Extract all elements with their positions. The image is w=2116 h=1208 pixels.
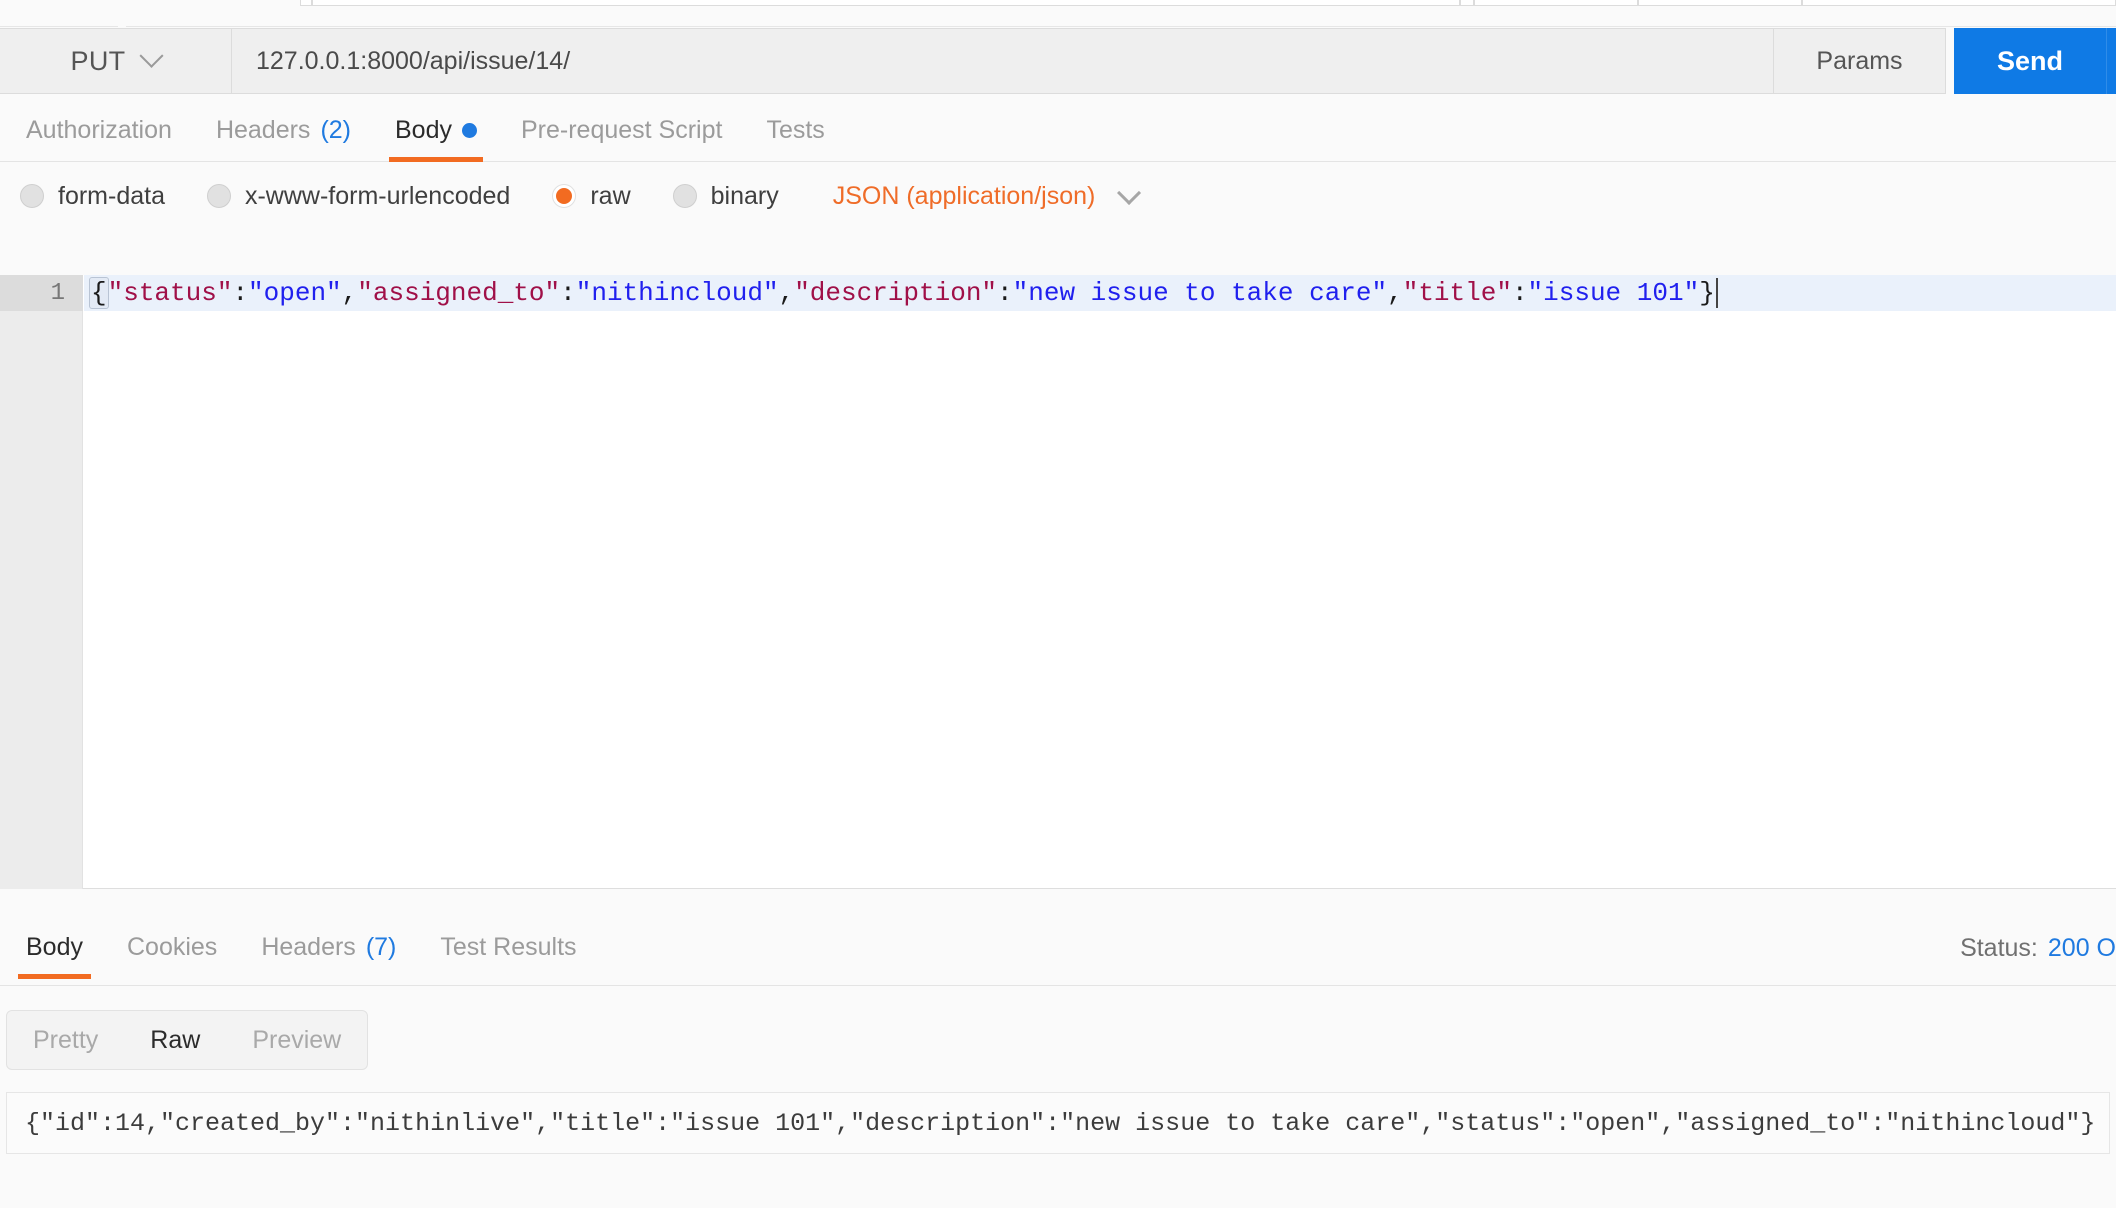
- cutoff-cell-c: [1460, 0, 1474, 6]
- view-mode-raw[interactable]: Raw: [124, 1011, 226, 1069]
- view-mode-preview[interactable]: Preview: [226, 1011, 367, 1069]
- http-method-label: PUT: [70, 45, 126, 76]
- response-tabs: Body Cookies Headers (7) Test Results Status…: [0, 910, 2116, 986]
- cutoff-divider-right: [126, 26, 2116, 27]
- unsaved-dot-icon: [461, 123, 477, 138]
- body-type-form-data[interactable]: form-data: [20, 182, 165, 211]
- json-token-punc: :: [1511, 278, 1528, 308]
- json-token-punc: :: [232, 278, 249, 308]
- response-tab-headers[interactable]: Headers (7): [239, 917, 418, 979]
- editor-active-line[interactable]: {"status": "open", "assigned_to": "nithincl…: [84, 275, 2116, 311]
- body-type-binary[interactable]: binary: [672, 181, 779, 211]
- cutoff-cell-e: [1638, 0, 1802, 6]
- tab-label: Body: [395, 116, 452, 144]
- tab-body[interactable]: Body: [373, 100, 499, 162]
- tab-label: Tests: [766, 116, 825, 144]
- response-status: Status: 200 O: [1960, 910, 2116, 986]
- content-type-dropdown[interactable]: JSON (application/json): [832, 180, 1142, 211]
- body-type-options: form-data x-www-form-urlencoded raw binary …: [0, 162, 2116, 230]
- cutoff-divider-left: [0, 26, 118, 27]
- json-token-key: "assigned_to": [357, 278, 561, 308]
- json-token-brace: {: [89, 277, 109, 309]
- radio-button-icon[interactable]: [552, 184, 577, 208]
- radio-button-icon[interactable]: [206, 184, 231, 208]
- json-token-str: "open": [248, 278, 342, 308]
- editor-gutter: 1: [0, 275, 83, 889]
- send-button[interactable]: Send: [1954, 28, 2106, 94]
- status-label: Status:: [1960, 933, 2038, 962]
- response-footer: [0, 1158, 2116, 1208]
- request-tabs: Authorization Headers (2) Body Pre-request S…: [0, 100, 2116, 162]
- body-type-label: binary: [710, 181, 779, 210]
- tab-authorization[interactable]: Authorization: [4, 100, 194, 162]
- top-cutoff-strip: [0, 0, 2116, 28]
- tab-label: Headers: [215, 116, 311, 144]
- body-type-label: raw: [590, 181, 631, 210]
- json-token-punc: }: [1699, 278, 1715, 308]
- tab-label: Pre-request Script: [520, 116, 723, 144]
- request-body-editor[interactable]: 1 {"status": "open", "assigned_to": "nithin…: [0, 275, 2116, 889]
- status-code: 200 O: [2047, 933, 2116, 962]
- json-token-str: "new issue to take care": [1012, 278, 1388, 308]
- json-token-punc: :: [560, 278, 576, 308]
- body-type-x-www-form-urlencoded[interactable]: x-www-form-urlencoded: [206, 181, 511, 211]
- json-token-key: "title": [1402, 278, 1512, 308]
- content-type-label: JSON (application/json): [832, 181, 1096, 210]
- response-view-toggle: Pretty Raw Preview: [6, 1010, 369, 1070]
- postman-window: PUT 127.0.0.1:8000/api/issue/14/ Params …: [0, 0, 2116, 1208]
- tab-count-badge: (2): [320, 116, 351, 144]
- response-tab-cookies[interactable]: Cookies: [105, 917, 239, 979]
- tab-tests[interactable]: Tests: [744, 100, 846, 162]
- cutoff-cell-b: [312, 0, 1460, 6]
- json-token-punc: ,: [1387, 278, 1403, 308]
- body-radio-group: form-data x-www-form-urlencoded raw binary: [20, 182, 821, 211]
- response-tab-label: Body: [26, 933, 83, 961]
- json-token-str: "issue 101": [1527, 278, 1700, 308]
- json-token-key: "description": [794, 278, 998, 308]
- body-type-raw[interactable]: raw: [552, 181, 631, 211]
- request-url-bar: PUT 127.0.0.1:8000/api/issue/14/ Params …: [0, 28, 2116, 94]
- params-button[interactable]: Params: [1774, 28, 1946, 94]
- tab-label: Authorization: [26, 116, 172, 144]
- cutoff-cell-a: [300, 0, 312, 6]
- response-tab-list: Body Cookies Headers (7) Test Results: [4, 910, 599, 986]
- body-type-label: x-www-form-urlencoded: [244, 181, 511, 210]
- json-token-punc: :: [997, 278, 1013, 308]
- tab-headers[interactable]: Headers (2): [194, 100, 373, 162]
- view-mode-pretty[interactable]: Pretty: [7, 1011, 124, 1069]
- chevron-down-icon: [139, 43, 164, 68]
- text-cursor: [1715, 278, 1718, 308]
- response-tab-body[interactable]: Body: [4, 917, 105, 979]
- response-tab-label: Headers: [261, 933, 356, 961]
- chevron-down-icon: [1117, 180, 1142, 205]
- cutoff-cell-d: [1474, 0, 1638, 6]
- body-type-label: form-data: [58, 181, 165, 210]
- send-options-caret[interactable]: [2106, 28, 2116, 94]
- response-body-text: {"id":14,"created_by":"nithinlive","titl…: [6, 1092, 2110, 1154]
- json-token-key: "status": [107, 278, 233, 308]
- json-token-str: "nithincloud": [575, 278, 779, 308]
- http-method-selector[interactable]: PUT: [0, 28, 232, 94]
- response-tab-label: Cookies: [126, 933, 218, 961]
- request-url-input[interactable]: 127.0.0.1:8000/api/issue/14/: [232, 28, 1774, 94]
- line-number: 1: [0, 275, 83, 311]
- radio-button-icon[interactable]: [20, 184, 44, 208]
- cutoff-cell-f: [1802, 0, 2116, 6]
- tab-pre-request-script[interactable]: Pre-request Script: [499, 100, 744, 162]
- json-token-punc: ,: [341, 278, 358, 308]
- response-tab-count-badge: (7): [365, 933, 397, 961]
- response-tab-test-results[interactable]: Test Results: [418, 917, 598, 979]
- radio-button-icon[interactable]: [672, 184, 697, 208]
- json-token-punc: ,: [778, 278, 795, 308]
- response-tab-label: Test Results: [440, 933, 577, 961]
